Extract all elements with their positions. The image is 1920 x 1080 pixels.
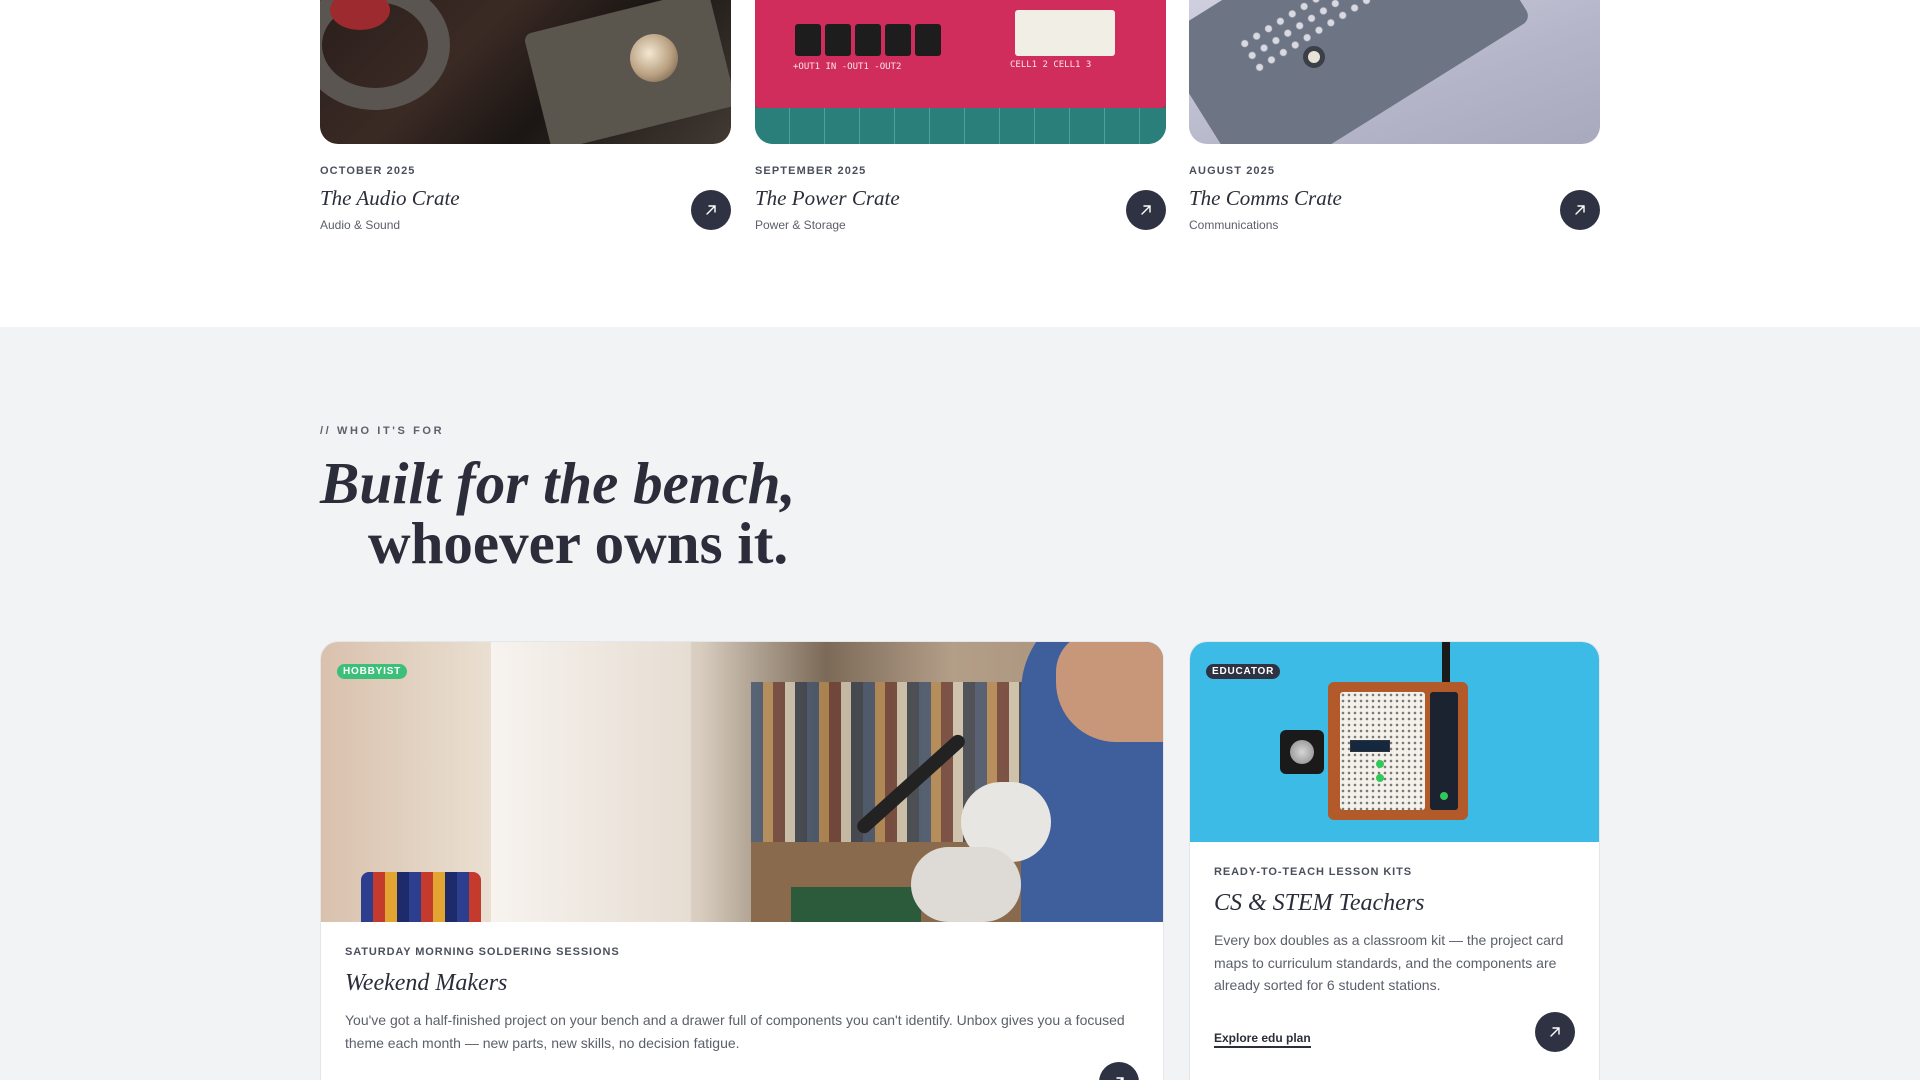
- crate-card-audio[interactable]: OCTOBER 2025 The Audio Crate Audio & Sou…: [320, 0, 731, 232]
- hobbyist-photo: HOBBYIST: [321, 642, 1163, 922]
- crate-card-power[interactable]: +OUT1 IN -OUT1 -OUT2 CELL1 2 CELL1 3 SEP…: [755, 0, 1166, 232]
- card-title[interactable]: Weekend Makers: [345, 970, 1139, 997]
- audience-card-educator[interactable]: EDUCATOR READY-TO-TEACH LESSON KITS CS &…: [1189, 641, 1600, 1080]
- arrow-up-right-icon: [1116, 1077, 1124, 1080]
- crate-month: SEPTEMBER 2025: [755, 165, 867, 177]
- card-title[interactable]: CS & STEM Teachers: [1214, 890, 1575, 917]
- card-kicker: SATURDAY MORNING SOLDERING SESSIONS: [345, 946, 620, 958]
- card-kicker: READY-TO-TEACH LESSON KITS: [1214, 866, 1412, 878]
- headline-line-1: Built for the bench,: [320, 450, 796, 516]
- explore-edu-plan-link[interactable]: Explore edu plan: [1214, 1031, 1311, 1048]
- crate-month: AUGUST 2025: [1189, 165, 1276, 177]
- headline-line-2: whoever owns it.: [368, 510, 789, 576]
- arrow-up-right-icon: [1575, 205, 1585, 215]
- open-crate-button[interactable]: [691, 190, 731, 230]
- audience-section: // WHO IT'S FOR Built for the bench, who…: [0, 327, 1920, 1080]
- educator-photo: EDUCATOR: [1190, 642, 1599, 842]
- crate-category: Audio & Sound: [320, 218, 401, 232]
- open-card-button[interactable]: [1535, 1012, 1575, 1052]
- arrow-up-right-icon: [1550, 1027, 1560, 1037]
- card-description: Every box doubles as a classroom kit — t…: [1214, 932, 1564, 993]
- crate-category: Power & Storage: [755, 218, 846, 232]
- crate-image-audio: [320, 0, 731, 144]
- crate-month: OCTOBER 2025: [320, 165, 416, 177]
- open-crate-button[interactable]: [1560, 190, 1600, 230]
- open-card-button[interactable]: [1099, 1062, 1139, 1080]
- section-eyebrow: // WHO IT'S FOR: [320, 425, 445, 437]
- crate-image-comms: [1189, 0, 1600, 144]
- open-crate-button[interactable]: [1126, 190, 1166, 230]
- audience-badge: HOBBYIST: [337, 664, 408, 679]
- crate-card-comms[interactable]: AUGUST 2025 The Comms Crate Communicatio…: [1189, 0, 1600, 232]
- arrow-up-right-icon: [1141, 205, 1151, 215]
- crate-title[interactable]: The Power Crate: [755, 186, 1166, 211]
- crate-image-power: +OUT1 IN -OUT1 -OUT2 CELL1 2 CELL1 3: [755, 0, 1166, 144]
- section-headline: Built for the bench, whoever owns it.: [320, 453, 795, 573]
- crate-title[interactable]: The Audio Crate: [320, 186, 731, 211]
- card-description: You've got a half-finished project on yo…: [345, 1012, 1125, 1051]
- crate-archive-row: OCTOBER 2025 The Audio Crate Audio & Sou…: [320, 0, 1600, 327]
- audience-badge: EDUCATOR: [1206, 664, 1281, 679]
- arrow-up-right-icon: [706, 205, 716, 215]
- crate-category: Communications: [1189, 218, 1279, 232]
- crate-title[interactable]: The Comms Crate: [1189, 186, 1600, 211]
- audience-card-hobbyist[interactable]: HOBBYIST SATURDAY MORNING SOLDERING SESS…: [320, 641, 1164, 1080]
